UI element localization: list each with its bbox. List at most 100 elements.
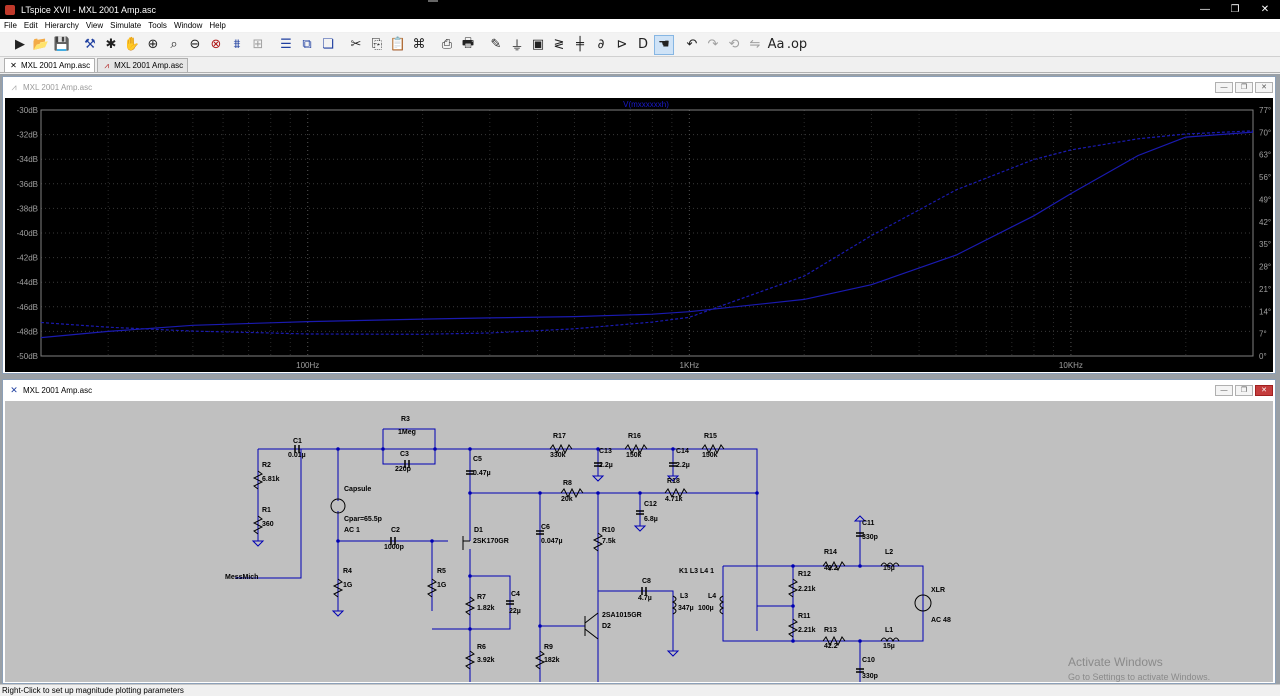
- menu-hierarchy[interactable]: Hierarchy: [45, 21, 79, 30]
- component-label[interactable]: R15: [704, 433, 717, 440]
- restore-button[interactable]: ❐: [1235, 81, 1253, 93]
- schematic-drawing[interactable]: C1 0.01µ R3 1Meg C3 220p C5 0.47µ R17 330k C13 2.2µ…: [5, 401, 1273, 682]
- component-label[interactable]: 6.8µ: [644, 516, 658, 523]
- component-label[interactable]: 330p: [862, 673, 878, 680]
- menu-help[interactable]: Help: [209, 21, 225, 30]
- text-icon[interactable]: Aa: [766, 35, 786, 55]
- tab-waveform[interactable]: ⩘ MXL 2001 Amp.asc: [97, 58, 189, 72]
- component-label[interactable]: C13: [599, 448, 612, 455]
- component-label[interactable]: 4.7µ: [638, 595, 652, 602]
- component-label[interactable]: R11: [798, 613, 811, 620]
- inductor-icon[interactable]: ∂: [591, 35, 611, 55]
- ground-icon[interactable]: ⏚: [507, 35, 527, 55]
- component-label[interactable]: 360: [262, 521, 274, 528]
- tile-horizontal-icon[interactable]: ☰: [276, 35, 296, 55]
- component-label[interactable]: C8: [642, 578, 651, 585]
- component-label[interactable]: 15µ: [883, 565, 895, 572]
- diode-icon[interactable]: ⊳: [612, 35, 632, 55]
- component-icon[interactable]: D: [633, 35, 653, 55]
- component-label[interactable]: R9: [544, 644, 553, 651]
- component-label[interactable]: Capsule: [344, 486, 371, 493]
- cascade-icon[interactable]: ❏: [318, 35, 338, 55]
- component-label[interactable]: 0.47µ: [473, 470, 491, 477]
- component-label[interactable]: D2: [602, 623, 611, 630]
- component-label[interactable]: C10: [862, 657, 875, 664]
- component-label[interactable]: R14: [824, 549, 837, 556]
- component-label[interactable]: 150k: [702, 452, 718, 459]
- menu-file[interactable]: File: [4, 21, 17, 30]
- component-label[interactable]: R16: [628, 433, 641, 440]
- component-label[interactable]: D1: [474, 527, 483, 534]
- menu-edit[interactable]: Edit: [24, 21, 38, 30]
- minimize-button[interactable]: —: [1215, 81, 1233, 93]
- tab-schematic[interactable]: ✕ MXL 2001 Amp.asc: [4, 58, 96, 72]
- component-label[interactable]: C2: [391, 527, 400, 534]
- component-label[interactable]: R17: [553, 433, 566, 440]
- component-label[interactable]: C12: [644, 501, 657, 508]
- component-label[interactable]: 330k: [550, 452, 566, 459]
- halt-icon[interactable]: ✱: [101, 35, 121, 55]
- component-label[interactable]: 2SA1015GR: [602, 612, 642, 619]
- resistor-icon[interactable]: ≷: [549, 35, 569, 55]
- print-icon[interactable]: 🖶: [458, 35, 478, 55]
- component-label[interactable]: K1 L3 L4 1: [679, 568, 714, 575]
- component-label[interactable]: L1: [885, 627, 893, 634]
- component-label[interactable]: 7.5k: [602, 538, 616, 545]
- component-label[interactable]: R6: [477, 644, 486, 651]
- run-icon[interactable]: ▶: [10, 35, 30, 55]
- component-label[interactable]: 1.82k: [477, 605, 495, 612]
- plot-window[interactable]: ⩘ MXL 2001 Amp.asc — ❐ ✕ -30dB -32dB -34dB…: [2, 76, 1276, 374]
- redo-icon[interactable]: ↷: [703, 35, 723, 55]
- paste-icon[interactable]: 📋: [388, 35, 408, 55]
- menu-simulate[interactable]: Simulate: [110, 21, 141, 30]
- component-label[interactable]: C5: [473, 456, 482, 463]
- schematic-window[interactable]: ✕ MXL 2001 Amp.asc — ❐ ✕ C1 0.01µ R3 1Me…: [2, 379, 1276, 684]
- component-label[interactable]: R3: [401, 416, 410, 423]
- component-label[interactable]: 2.21k: [798, 627, 816, 634]
- component-label[interactable]: C14: [676, 448, 689, 455]
- component-label[interactable]: 1G: [343, 582, 353, 589]
- component-label[interactable]: C3: [400, 451, 409, 458]
- plot-pane[interactable]: -30dB -32dB -34dB -36dB -38dB -40dB -42dB -44dB…: [5, 98, 1273, 372]
- component-label[interactable]: R5: [437, 568, 446, 575]
- component-label[interactable]: R18: [667, 478, 680, 485]
- component-label[interactable]: MessMich: [225, 574, 258, 581]
- component-label[interactable]: 6.81k: [262, 476, 280, 483]
- component-label[interactable]: R1: [262, 507, 271, 514]
- open-icon[interactable]: 📂: [31, 35, 51, 55]
- component-label[interactable]: 15µ: [883, 643, 895, 650]
- bode-plot[interactable]: -30dB -32dB -34dB -36dB -38dB -40dB -42dB -44dB…: [5, 98, 1273, 372]
- component-label[interactable]: 2SK170GR: [473, 538, 509, 545]
- maximize-button[interactable]: ❐: [1220, 0, 1250, 19]
- component-label[interactable]: 347µ: [678, 605, 694, 612]
- component-label[interactable]: L4: [708, 593, 716, 600]
- component-label[interactable]: 1Meg: [398, 429, 416, 436]
- label-net-icon[interactable]: ▣: [528, 35, 548, 55]
- close-button[interactable]: ✕: [1250, 0, 1280, 19]
- print-setup-icon[interactable]: ⎙: [437, 35, 457, 55]
- restore-button[interactable]: ❐: [1235, 384, 1253, 396]
- component-label[interactable]: 22µ: [509, 608, 521, 615]
- component-label[interactable]: AC 1: [344, 527, 360, 534]
- pan-icon[interactable]: ✋: [122, 35, 142, 55]
- component-label[interactable]: C11: [862, 520, 875, 527]
- component-label[interactable]: 330p: [862, 534, 878, 541]
- component-label[interactable]: 4.71k: [665, 496, 683, 503]
- control-panel-icon[interactable]: ⚒: [80, 35, 100, 55]
- component-label[interactable]: 2.21k: [798, 586, 816, 593]
- component-label[interactable]: R4: [343, 568, 352, 575]
- copy-icon[interactable]: ⎘: [367, 35, 387, 55]
- component-label[interactable]: 150k: [626, 452, 642, 459]
- component-label[interactable]: 220p: [395, 466, 411, 473]
- component-label[interactable]: L2: [885, 549, 893, 556]
- capacitor-icon[interactable]: ╪: [570, 35, 590, 55]
- component-label[interactable]: R2: [262, 462, 271, 469]
- tile-vertical-icon[interactable]: ⧉: [297, 35, 317, 55]
- schematic-canvas[interactable]: C1 0.01µ R3 1Meg C3 220p C5 0.47µ R17 330k C13 2.2µ…: [5, 401, 1273, 682]
- component-label[interactable]: 2.2µ: [599, 462, 613, 469]
- component-label[interactable]: 0.047µ: [541, 538, 563, 545]
- component-label[interactable]: XLR: [931, 587, 945, 594]
- spice-directive-icon[interactable]: .op: [787, 35, 807, 55]
- move-icon[interactable]: ☚: [654, 34, 674, 55]
- menu-tools[interactable]: Tools: [148, 21, 167, 30]
